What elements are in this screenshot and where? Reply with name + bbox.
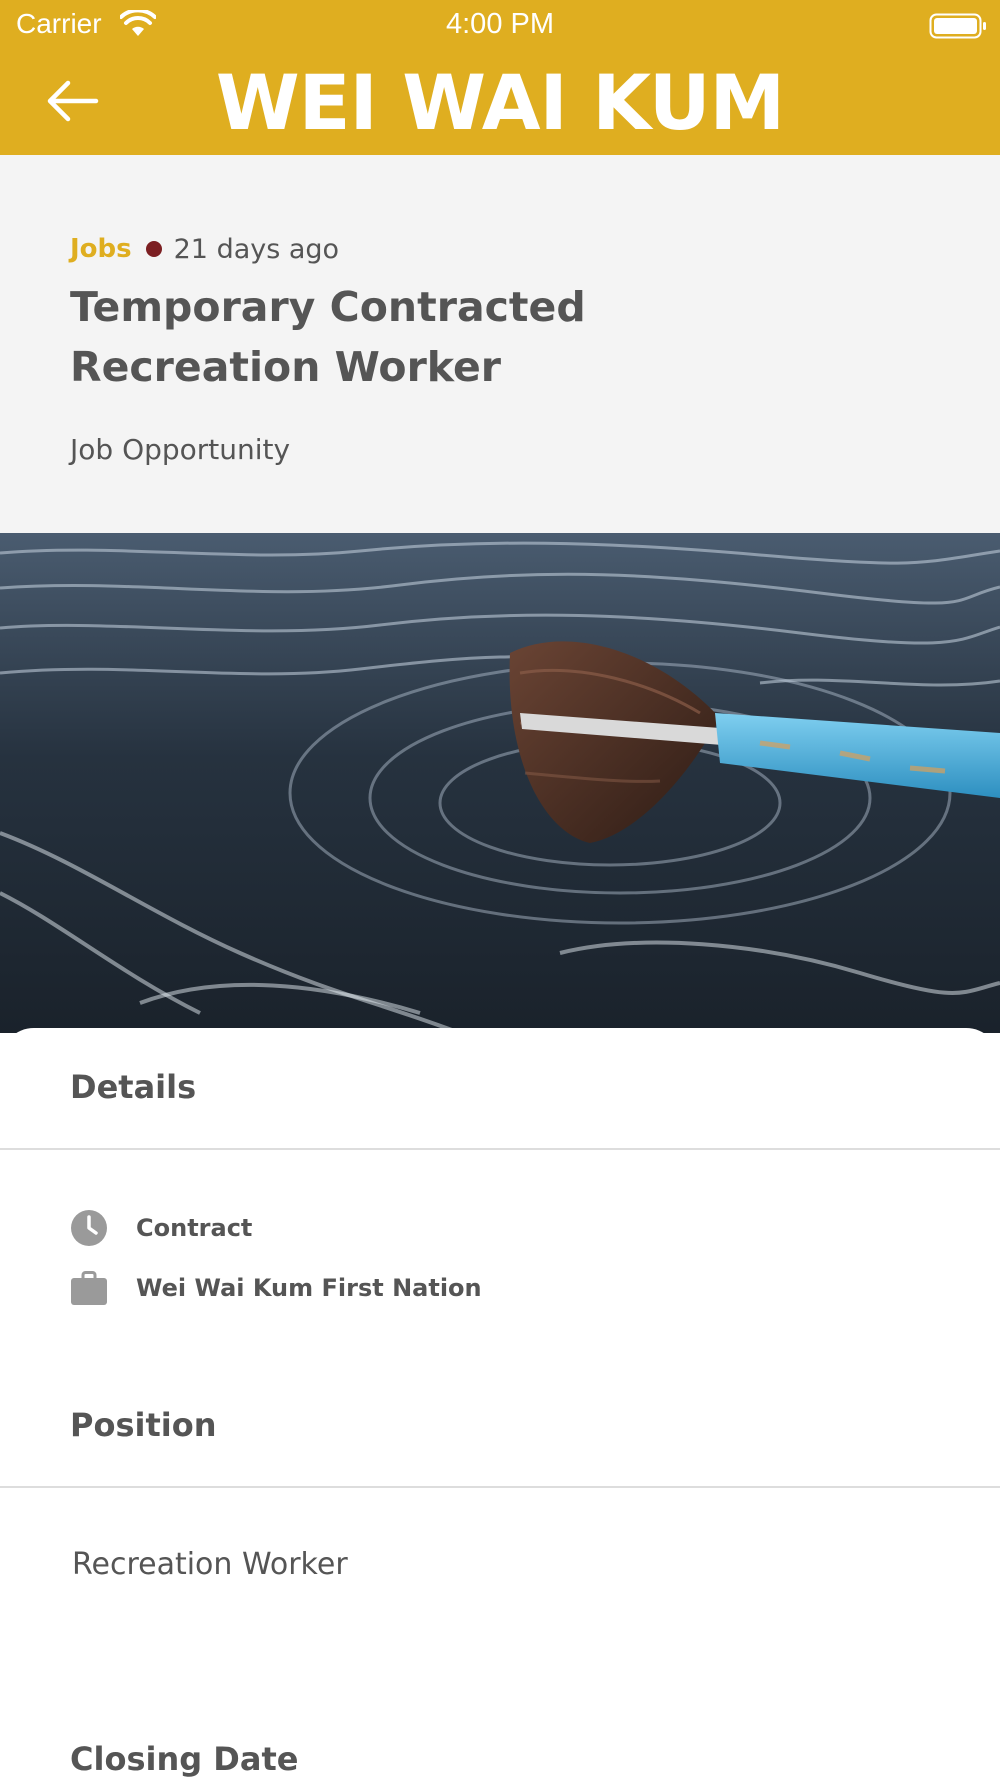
job-title: Temporary Contracted Recreation Worker [70,283,586,391]
position-heading: Position [70,1406,217,1444]
position-divider [0,1486,1000,1488]
position-value: Recreation Worker [72,1547,348,1582]
post-age: 21 days ago [173,233,340,265]
job-detail-screen: Carrier 4:00 PM WEI WAI KUM Jobs 21 days… [0,0,1000,1778]
detail-employer-label: Wei Wai Kum First Nation [136,1274,482,1302]
header-image [0,533,1000,1033]
clock-time: 4:00 PM [446,8,554,40]
detail-row-contract: Contract [70,1208,252,1248]
details-heading: Details [70,1068,197,1106]
post-meta: Jobs 21 days ago [70,229,339,269]
status-bar: Carrier 4:00 PM [0,0,1000,50]
clock-icon [71,1210,107,1246]
battery-icon [929,13,986,39]
post-intro: Jobs 21 days ago Temporary Contracted Re… [0,155,1000,533]
detail-contract-label: Contract [136,1214,253,1242]
job-subtitle: Job Opportunity [70,433,291,466]
app-header: Carrier 4:00 PM WEI WAI KUM [0,0,1000,155]
brand-title: WEI WAI KUM [215,58,785,147]
briefcase-icon [71,1271,107,1305]
detail-row-employer: Wei Wai Kum First Nation [70,1268,482,1308]
category-label[interactable]: Jobs [70,234,132,264]
closing-date-heading: Closing Date [70,1740,299,1778]
separator-dot [145,241,162,257]
details-divider [0,1148,1000,1150]
detail-card: Details Contract Wei Wai Kum First Natio… [0,1028,1000,1778]
